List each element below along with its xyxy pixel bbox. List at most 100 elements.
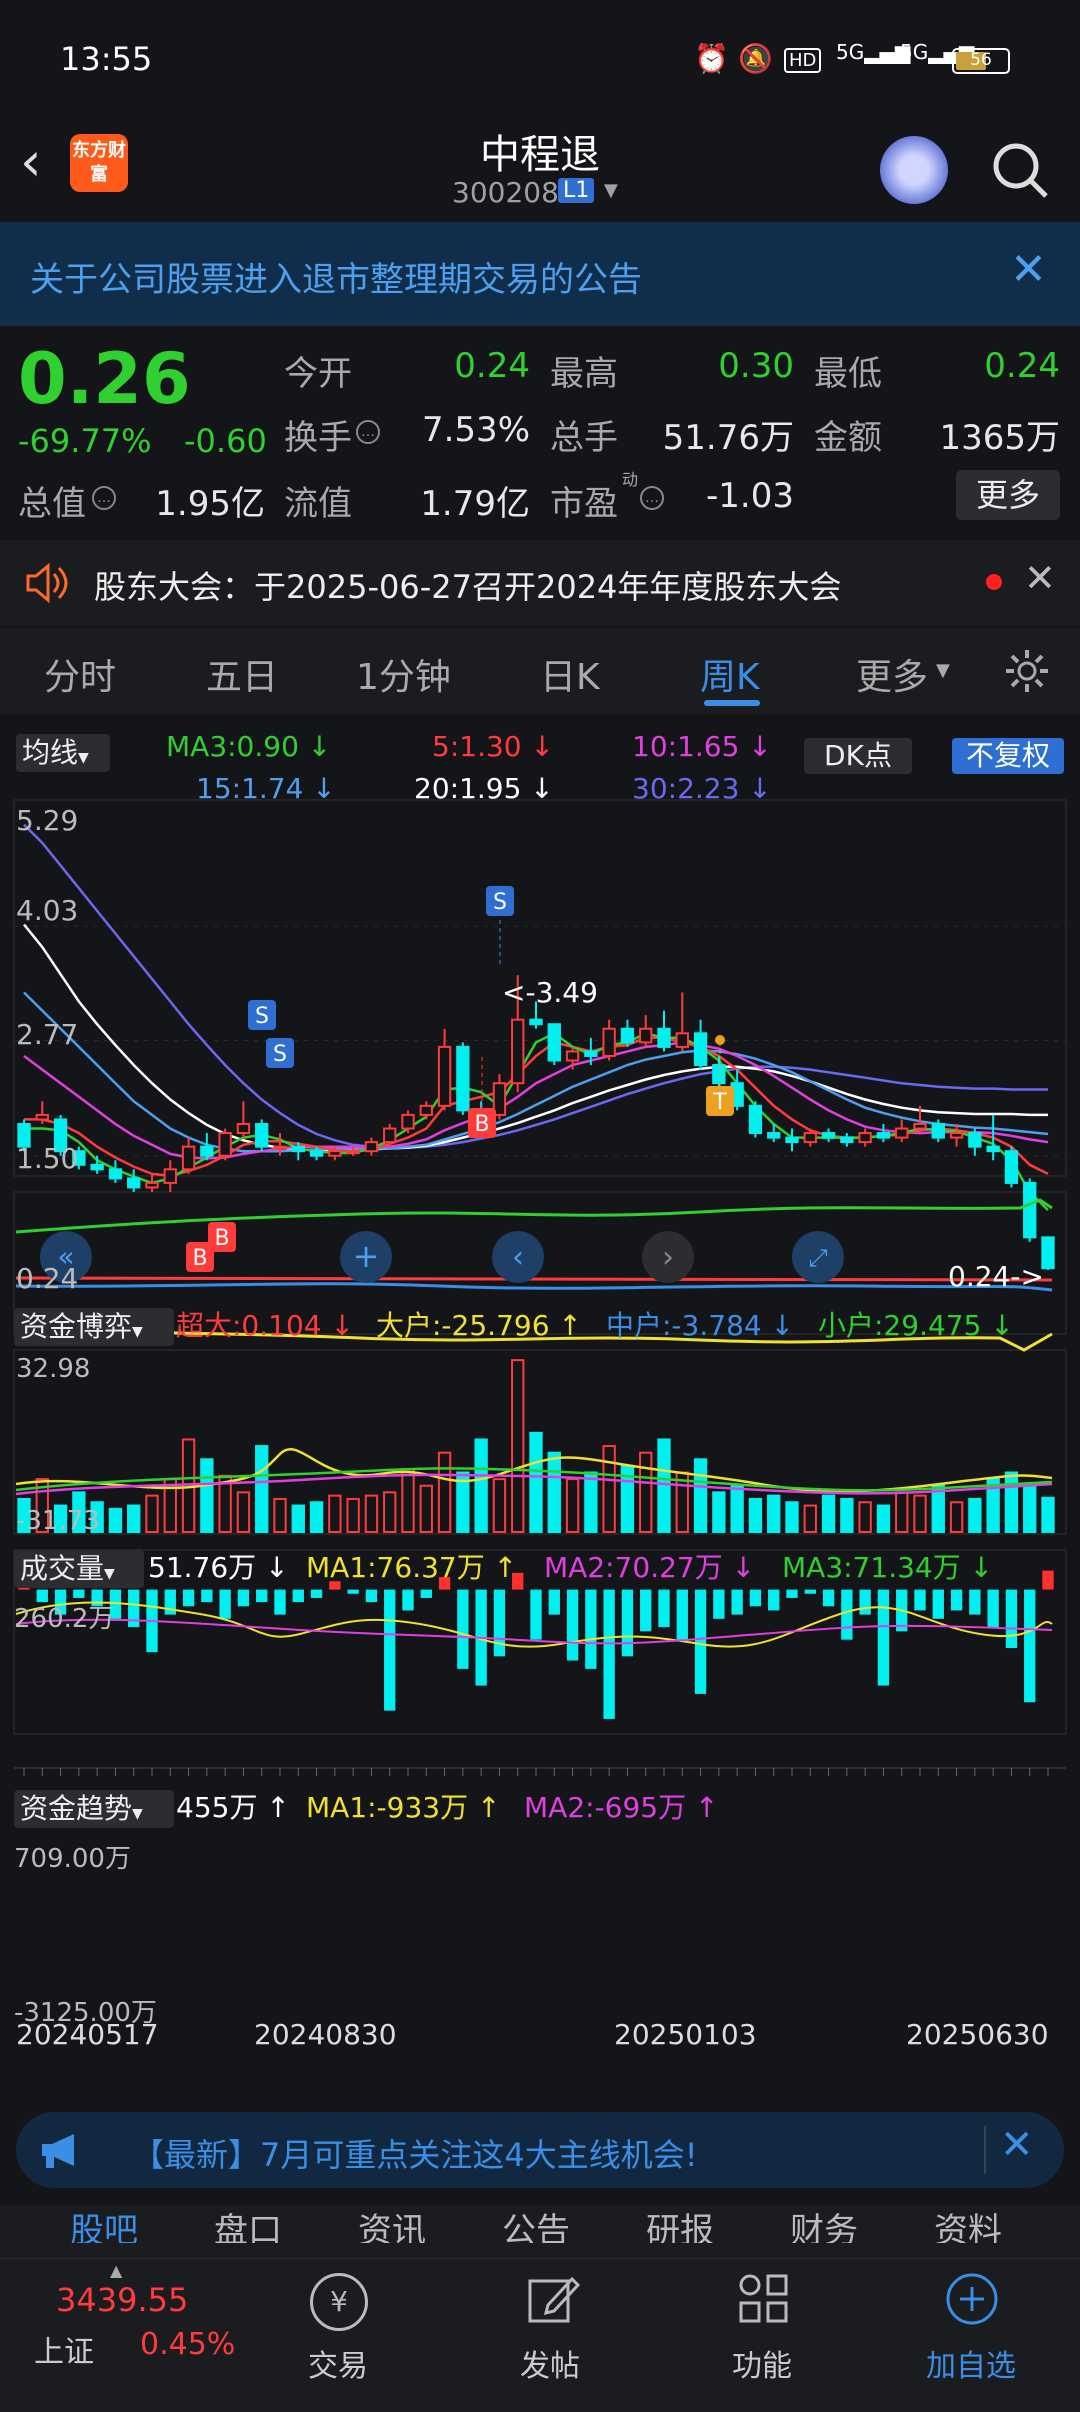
nav-trade[interactable]: 交易 (308, 2341, 368, 2385)
candle-body (90, 1163, 104, 1171)
kline-chart-area: 均线▼ MA3:0.90 ↓ 5:1.30 ↓ 10:1.65 ↓ 15:1.7… (0, 714, 1080, 2094)
chart-tabs: 分时 五日 1分钟 日K 周K 更多 ▼ (0, 628, 1080, 714)
promo-banner[interactable]: 【最新】7月可重点关注这4大主线机会! ✕ (16, 2112, 1064, 2188)
candle-body (364, 1141, 379, 1153)
candles[interactable] (17, 975, 1055, 1270)
high-label: 最高 (550, 354, 618, 394)
candle-body (1023, 1181, 1037, 1239)
tab-more[interactable]: 更多 (856, 648, 928, 700)
amount-label: 金额 (814, 418, 882, 458)
robot-assistant-icon[interactable] (880, 136, 948, 204)
announcement-text[interactable]: 关于公司股票进入退市整理期交易的公告 (30, 252, 642, 301)
nav-post[interactable]: 发帖 (520, 2341, 580, 2385)
volume-bar (255, 1445, 269, 1533)
index-change[interactable]: 0.45% (140, 2327, 235, 2362)
info-icon[interactable]: … (640, 486, 664, 510)
tab-one-minute[interactable]: 1分钟 (356, 648, 451, 700)
search-icon[interactable] (988, 138, 1054, 204)
max-price-mark: <-3.49 (502, 976, 598, 1009)
tab-research[interactable]: 研报 (646, 2203, 714, 2243)
trend-bar (585, 1589, 597, 1669)
nav-functions[interactable]: 功能 (732, 2341, 792, 2385)
volume-selector-label: 成交量 (20, 1552, 105, 1585)
index-name[interactable]: 上证 (34, 2327, 94, 2371)
tab-profile[interactable]: 资料 (934, 2203, 1002, 2243)
turnover-label: 换手 (284, 418, 352, 458)
meeting-banner[interactable]: 股东大会：于2025-06-27召开2024年年度股东大会 ✕ (0, 540, 1080, 625)
candle-body (840, 1136, 854, 1144)
volume-bars[interactable] (17, 1359, 1055, 1534)
volume-bar (401, 1468, 415, 1533)
candle-body (255, 1122, 269, 1148)
trend-bar (603, 1589, 615, 1719)
candle-body (748, 1104, 763, 1135)
grid-apps-icon[interactable] (736, 2271, 792, 2327)
chevron-down-icon[interactable]: ▼ (604, 180, 618, 201)
tab-intraday[interactable]: 分时 (44, 648, 116, 700)
date-label-2: 20240830 (254, 2018, 397, 2051)
volume-bar (895, 1491, 909, 1533)
tab-indicator (704, 700, 760, 706)
yen-icon[interactable]: ¥ (310, 2273, 368, 2331)
volume-selector[interactable]: 成交量▼ (14, 1550, 144, 1588)
edit-icon[interactable] (524, 2271, 580, 2327)
date-axis-ticks (23, 1768, 1049, 1776)
meeting-text[interactable]: 股东大会：于2025-06-27召开2024年年度股东大会 (94, 562, 841, 608)
battery-level: 56 (970, 50, 992, 70)
trend-bar (128, 1589, 140, 1628)
fund-selector[interactable]: 资金博弈▼ (14, 1308, 174, 1346)
gear-icon[interactable] (1004, 648, 1050, 694)
candle-body (291, 1145, 305, 1153)
volume-bar (657, 1438, 671, 1534)
more-button[interactable]: 更多 (956, 470, 1060, 520)
tab-news[interactable]: 资讯 (358, 2203, 426, 2243)
top-nav: ‹ 东方财富 中程退 300208 L1 ▼ (0, 120, 1080, 220)
tab-forum[interactable]: 股吧 (70, 2203, 138, 2243)
trend-ma1-label: MA1:-933万 (306, 1791, 469, 1824)
candle-body (383, 1127, 397, 1144)
tab-orderbook[interactable]: 盘口 (214, 2203, 282, 2243)
info-icon[interactable]: … (356, 420, 380, 444)
trend-selector[interactable]: 资金趋势▼ (14, 1790, 174, 1828)
nav-add-watchlist[interactable]: 加自选 (926, 2341, 1016, 2385)
info-icon[interactable]: … (92, 486, 116, 510)
trend-bars[interactable] (18, 1568, 1054, 1719)
trend-bar (73, 1589, 85, 1598)
chart-controls[interactable]: « + ‹ › ⤢ (40, 1231, 844, 1283)
candle-body (584, 1050, 598, 1057)
change-amount: -0.60 (184, 422, 267, 460)
small-holder-line (15, 1198, 1053, 1234)
trend-bar (950, 1589, 963, 1611)
add-circle-icon[interactable] (944, 2271, 1000, 2327)
fund-axis-min: -31.73 (16, 1506, 100, 1536)
close-icon[interactable]: ✕ (1024, 556, 1056, 600)
volume-current: 51.76万 ↓ (148, 1551, 289, 1584)
tab-finance[interactable]: 财务 (790, 2203, 858, 2243)
super-large-line (15, 1276, 1053, 1282)
tab-weekly-k[interactable]: 周K (700, 648, 760, 700)
sell-marker-label: S (273, 1042, 287, 1067)
buy-marker-label: B (214, 1226, 229, 1251)
trend-bar (530, 1589, 542, 1640)
announcement-banner[interactable]: 关于公司股票进入退市整理期交易的公告 ✕ (0, 222, 1080, 326)
volume-current-label: 51.76万 (148, 1551, 257, 1584)
candle-body (968, 1132, 982, 1148)
small-holder-value: 小户:29.475 ↓ (818, 1309, 1014, 1342)
level-badge[interactable]: L1 (558, 178, 595, 203)
chevron-right-icon: › (662, 1240, 674, 1275)
volume-bar (474, 1438, 488, 1534)
candle-body (309, 1150, 324, 1157)
index-price[interactable]: 3439.55 (56, 2281, 188, 2319)
trend-bar (786, 1589, 798, 1598)
large-holder-label: 大户:-25.796 (376, 1309, 550, 1342)
tab-daily-k[interactable]: 日K (540, 648, 600, 700)
close-icon[interactable]: ✕ (1000, 2122, 1034, 2168)
tab-five-day[interactable]: 五日 (206, 648, 278, 700)
candle-body (803, 1132, 817, 1144)
candle-body (693, 1032, 708, 1067)
close-icon[interactable]: ✕ (1010, 244, 1047, 295)
tab-announcements[interactable]: 公告 (502, 2203, 570, 2243)
kline-svg[interactable]: S S S B B B T « + ‹ › ⤢ (0, 714, 1080, 2094)
promo-text[interactable]: 【最新】7月可重点关注这4大主线机会! (132, 2130, 698, 2176)
chevron-down-icon[interactable]: ▼ (936, 660, 950, 681)
